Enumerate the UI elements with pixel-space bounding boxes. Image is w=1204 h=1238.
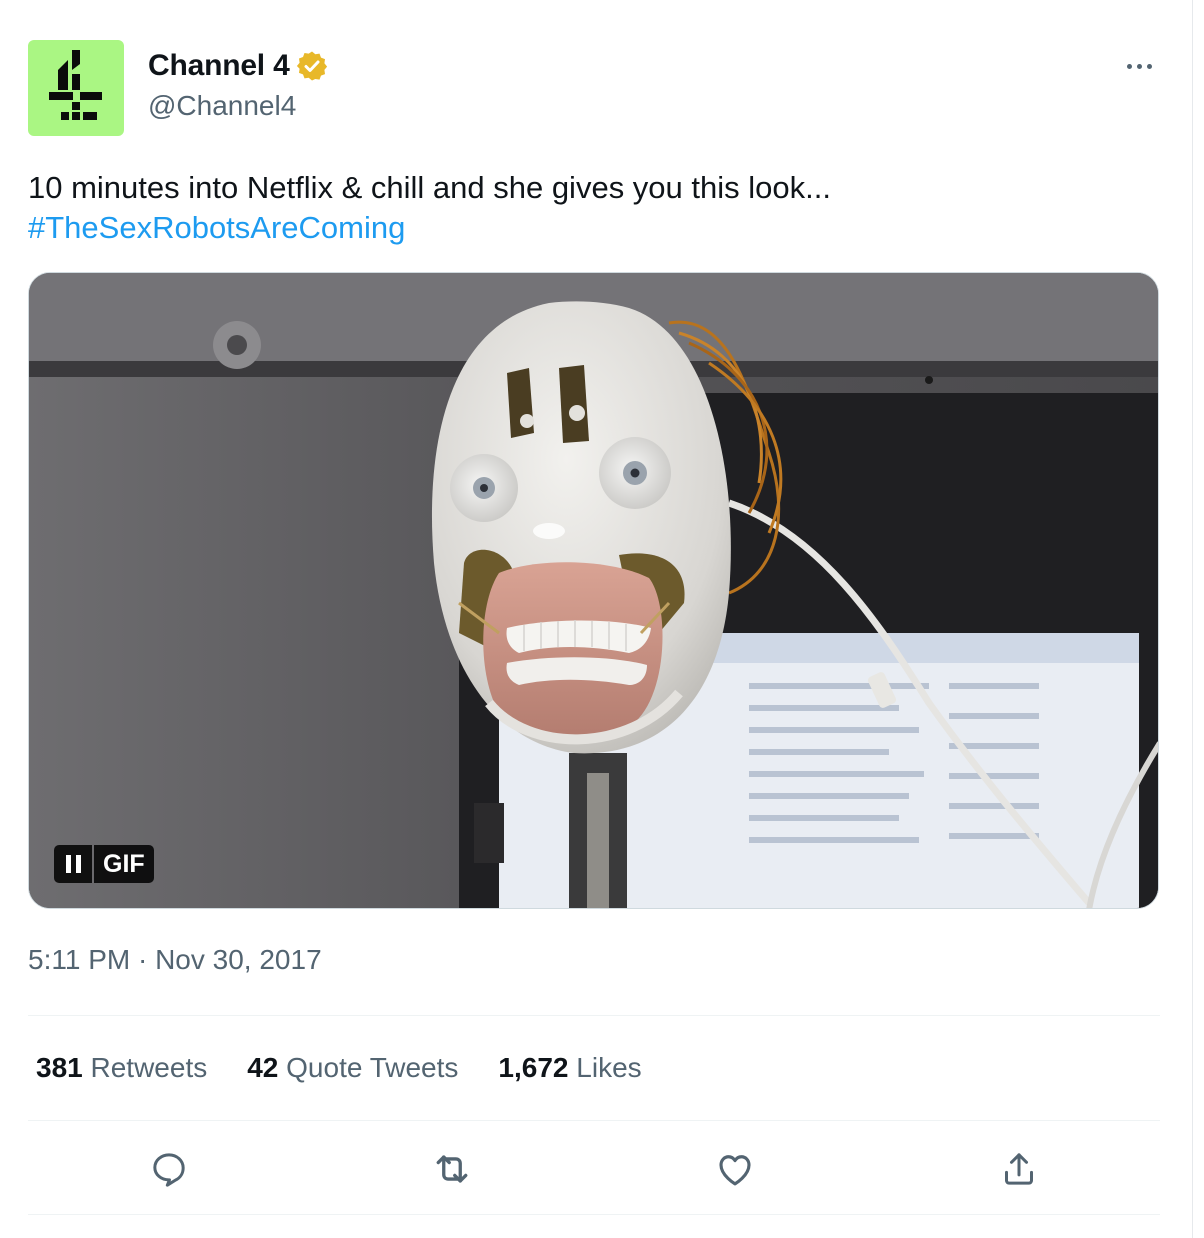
gif-label: GIF [94, 845, 154, 883]
tweet-media-gif[interactable]: GIF [28, 272, 1159, 909]
retweet-icon[interactable] [429, 1146, 475, 1192]
quote-tweets-stat[interactable]: 42 Quote Tweets [247, 1052, 458, 1084]
avatar[interactable] [28, 40, 124, 136]
author-names: Channel 4 @Channel4 [148, 48, 328, 122]
retweets-stat[interactable]: 381 Retweets [36, 1052, 207, 1084]
tweet-actions [28, 1124, 1160, 1214]
verified-badge-icon[interactable] [296, 50, 328, 82]
divider [28, 1120, 1160, 1121]
quotes-label: Quote Tweets [286, 1052, 459, 1083]
divider [28, 1214, 1160, 1215]
retweets-label: Retweets [90, 1052, 208, 1083]
tweet-text: 10 minutes into Netflix & chill and she … [28, 168, 1160, 248]
likes-count: 1,672 [498, 1052, 569, 1083]
hashtag-link[interactable]: #TheSexRobotsAreComing [28, 208, 1160, 248]
pause-icon[interactable] [54, 845, 92, 883]
likes-label: Likes [576, 1052, 642, 1083]
reply-icon[interactable] [146, 1146, 192, 1192]
tweet-timestamp[interactable]: 5:11 PM · Nov 30, 2017 [28, 944, 322, 976]
retweets-count: 381 [36, 1052, 83, 1083]
like-icon[interactable] [712, 1146, 758, 1192]
page-edge-rule [1192, 0, 1193, 1238]
likes-stat[interactable]: 1,672 Likes [498, 1052, 641, 1084]
author-display-name[interactable]: Channel 4 [148, 49, 290, 83]
tweet-text-line: 10 minutes into Netflix & chill and she … [28, 170, 831, 205]
author-handle[interactable]: @Channel4 [148, 90, 328, 122]
share-icon[interactable] [996, 1146, 1042, 1192]
tweet-header: Channel 4 @Channel4 [28, 40, 1160, 136]
robot-head-photo-icon [29, 273, 1158, 908]
gif-badge[interactable]: GIF [54, 845, 154, 883]
divider [28, 1015, 1160, 1016]
channel4-logo-icon [28, 40, 124, 136]
quotes-count: 42 [247, 1052, 279, 1083]
more-options-icon[interactable] [1120, 52, 1158, 80]
tweet-stats: 381 Retweets 42 Quote Tweets 1,672 Likes [36, 1052, 682, 1084]
